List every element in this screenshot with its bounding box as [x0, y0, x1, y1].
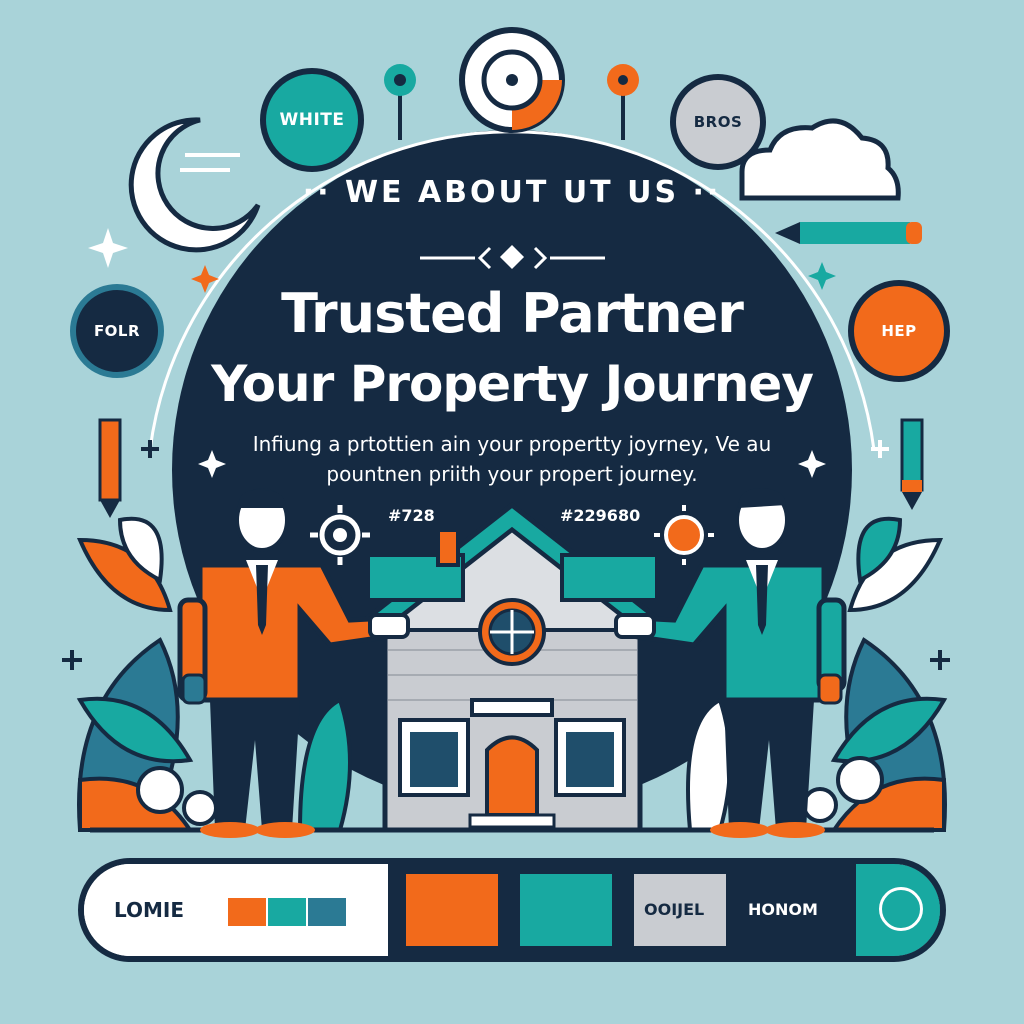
hero-title-line2: Your Property Journey — [211, 355, 814, 413]
code-right: #229680 — [560, 506, 641, 525]
bar-left-label: LOMIE — [114, 898, 185, 922]
pencil-icon-right — [900, 418, 924, 510]
house-icon — [344, 501, 680, 833]
bros-badge[interactable]: BROS — [670, 74, 766, 170]
white-badge[interactable]: WHITE — [260, 68, 364, 172]
bar-swatch-teal-small[interactable] — [268, 898, 306, 926]
bar-swatch-orange-small[interactable] — [228, 898, 266, 926]
pin-icon-teal — [384, 64, 416, 140]
pin-icon-orange — [607, 64, 639, 140]
bar-right-label: HONOM — [748, 900, 818, 919]
hero-title-line1: Trusted Partner — [281, 282, 744, 345]
bar-swatch-teal[interactable] — [520, 874, 612, 946]
hero-subtitle-line1: Infiung a prtottien ain your propertty j… — [252, 432, 772, 456]
bar-mid-label: OOIJEL — [644, 900, 705, 919]
folr-badge-label: FOLR — [93, 322, 141, 340]
hep-badge-label: HEP — [881, 322, 917, 340]
bar-swatch-orange[interactable] — [406, 874, 498, 946]
white-badge-label: WHITE — [279, 110, 345, 130]
bar-swatch-blue-small[interactable] — [308, 898, 346, 926]
code-left: #728 — [388, 506, 435, 525]
bar-circle-ring — [879, 887, 923, 931]
pencil-icon-left — [98, 418, 122, 518]
bros-badge-label: BROS — [693, 113, 743, 131]
hero-subtitle-line2: pountnen priith your propert journey. — [326, 462, 698, 486]
pencil-icon — [775, 222, 922, 244]
target-icon — [459, 27, 565, 133]
bottom-palette-bar: LOMIE OOIJEL HONOM — [78, 858, 946, 962]
hero-eyebrow: ·· WE ABOUT UT US ·· — [302, 175, 722, 210]
